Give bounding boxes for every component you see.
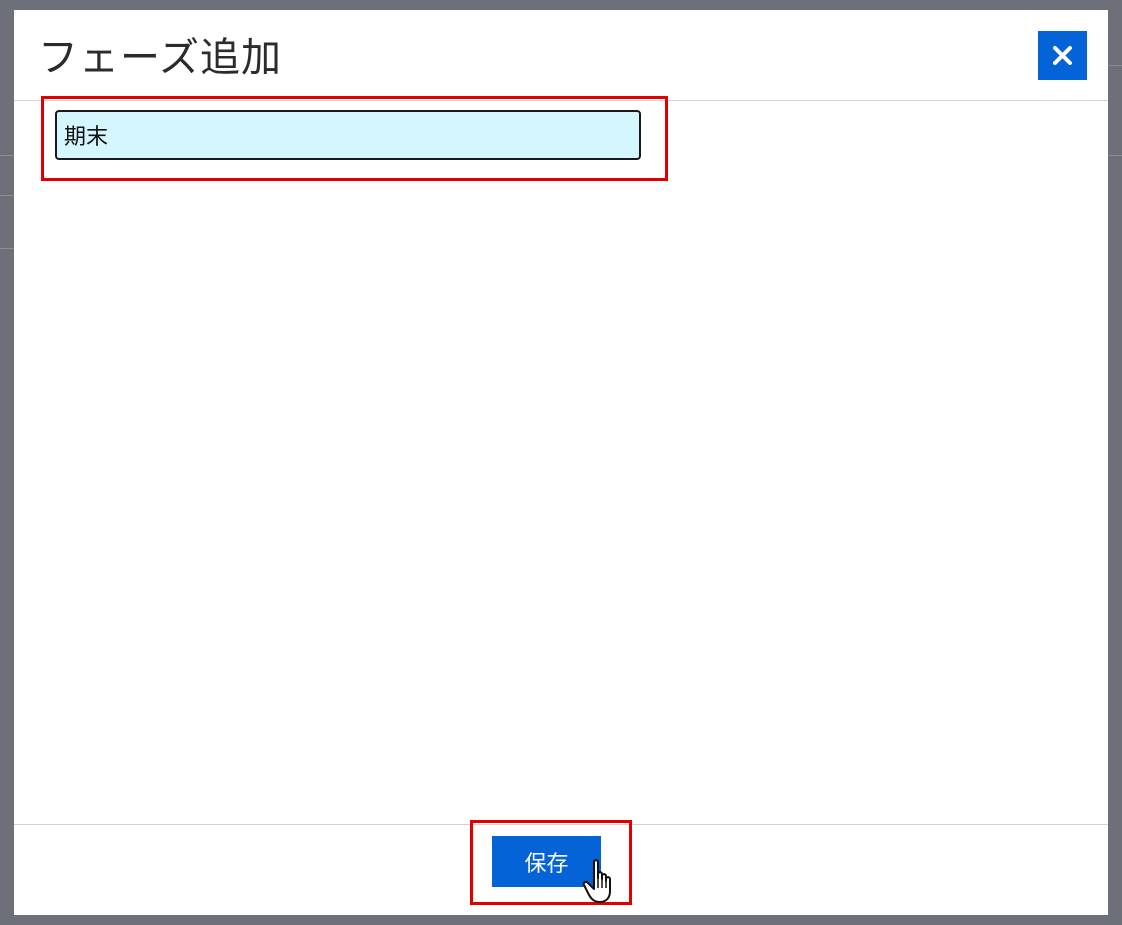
background-divider [1108, 155, 1122, 156]
phase-name-input[interactable] [55, 110, 641, 160]
background-divider [1108, 65, 1122, 66]
close-icon [1053, 46, 1072, 65]
background-divider [0, 155, 14, 156]
background-divider [0, 248, 14, 249]
hand-pointer-icon [582, 859, 611, 903]
background-divider [0, 195, 14, 196]
dialog-header: フェーズ追加 [14, 10, 1108, 101]
dialog-title: フェーズ追加 [38, 35, 282, 81]
close-button[interactable] [1038, 31, 1087, 80]
